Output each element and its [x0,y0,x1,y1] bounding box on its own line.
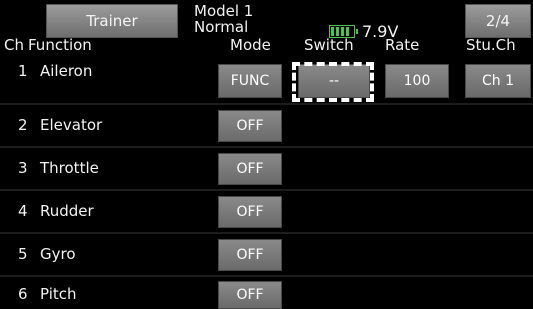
row-3-mode-button[interactable]: OFF [218,153,282,185]
row-2-number: 2 [18,116,28,134]
row-separator [0,275,533,277]
row-3-number: 3 [18,159,28,177]
row-4-function: Rudder [40,202,94,220]
column-ch: Ch [4,36,24,54]
row-separator [0,232,533,234]
row-separator [0,146,533,148]
row-separator [0,103,533,105]
page-indicator-button[interactable]: 2/4 [465,4,531,38]
row-5-number: 5 [18,245,28,263]
row-1-stu-ch-button[interactable]: Ch 1 [465,64,531,98]
row-6-mode-button[interactable]: OFF [218,281,282,309]
condition-name: Normal [194,18,249,36]
column-switch: Switch [304,36,354,54]
column-stu-ch: Stu.Ch [466,36,516,54]
row-1-function: Aileron [40,62,93,80]
row-6-function: Pitch [40,285,77,303]
column-function: Function [28,36,92,54]
row-5-function: Gyro [40,245,76,263]
row-5-mode-button[interactable]: OFF [218,239,282,271]
row-4-number: 4 [18,202,28,220]
row-1-mode-button[interactable]: FUNC [218,64,282,98]
row-separator [0,189,533,191]
row-1-number: 1 [18,62,28,80]
row-6-number: 6 [18,285,28,303]
trainer-title-button[interactable]: Trainer [46,4,178,38]
column-mode: Mode [230,36,271,54]
row-1-rate-button[interactable]: 100 [385,64,449,98]
column-rate: Rate [385,36,420,54]
row-3-function: Throttle [40,159,99,177]
row-2-mode-button[interactable]: OFF [218,110,282,142]
row-2-function: Elevator [40,116,103,134]
row-4-mode-button[interactable]: OFF [218,196,282,228]
switch-selection-highlight [292,62,374,102]
